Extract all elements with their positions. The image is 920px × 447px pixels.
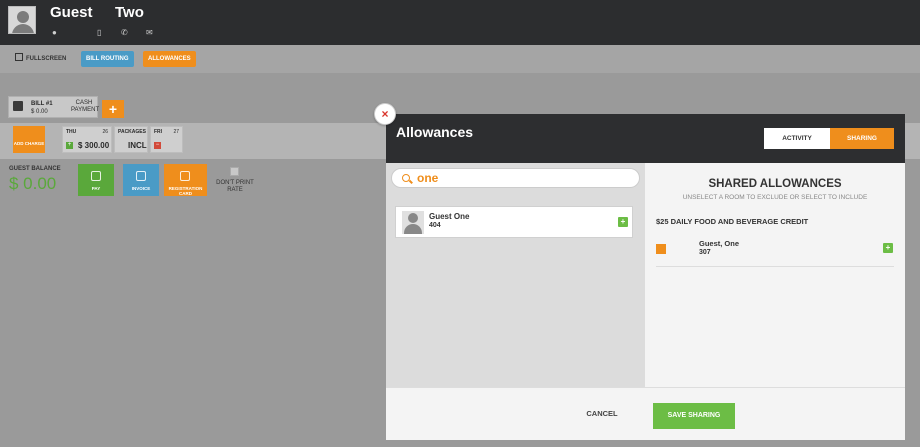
balance-label: GUEST BALANCE xyxy=(9,166,61,172)
guest-result-item[interactable]: Guest One 404 + xyxy=(395,206,633,238)
phone-icon[interactable]: ✆ xyxy=(121,28,128,38)
guest-avatar xyxy=(8,6,36,34)
tab-activity[interactable]: ACTIVITY xyxy=(764,128,830,149)
allowances-button[interactable]: ALLOWANCES xyxy=(143,51,196,67)
day-value: $ 300.00 xyxy=(78,141,110,150)
guest-result-room: 404 xyxy=(429,222,441,229)
bill-amount: $ 0.00 xyxy=(31,109,48,115)
shared-allowances-subtitle: UNSELECT A ROOM TO EXCLUDE OR SELECT TO … xyxy=(682,194,868,201)
bill-type: CASH PAYMENT xyxy=(71,100,100,113)
pay-icon xyxy=(91,171,101,181)
map-pin-icon[interactable]: ● xyxy=(52,28,57,38)
registration-label: REGISTRATION CARD xyxy=(168,186,203,196)
bill-routing-button[interactable]: BILL ROUTING xyxy=(81,51,134,67)
top-bar: Guest Two ● ▯ ✆ ✉ xyxy=(0,0,920,45)
add-bill-button[interactable]: + xyxy=(102,100,124,118)
balance-value: $ 0.00 xyxy=(9,174,57,193)
dont-print-rate-checkbox[interactable] xyxy=(230,167,239,176)
invoice-button[interactable]: INVOICE xyxy=(123,164,159,196)
add-icon[interactable]: + xyxy=(618,217,628,227)
day-label: THU xyxy=(66,129,77,135)
bill-icon xyxy=(13,101,23,111)
minus-icon[interactable]: − xyxy=(154,142,161,149)
search-box[interactable] xyxy=(391,168,640,188)
fullscreen-button[interactable]: FULLSCREEN xyxy=(10,51,71,67)
add-charge-button[interactable]: ADD CHARGE xyxy=(13,126,45,153)
modal-footer: CANCEL SAVE SHARING xyxy=(386,387,905,440)
shared-room-number: 307 xyxy=(699,249,711,256)
shared-room-row[interactable]: Guest, One 307 + xyxy=(656,233,894,267)
email-icon[interactable]: ✉ xyxy=(146,28,153,38)
search-icon xyxy=(402,174,410,182)
shared-room-guest-name: Guest, One xyxy=(699,239,740,248)
day-card-fri[interactable]: FRI 27 − xyxy=(150,126,183,153)
fullscreen-label: FULLSCREEN xyxy=(26,56,67,62)
search-input[interactable] xyxy=(417,170,632,186)
bill-tab[interactable]: BILL #1 $ 0.00 CASH PAYMENT xyxy=(8,96,100,118)
day-card-thu[interactable]: THU 26 + $ 300.00 xyxy=(62,126,112,153)
shared-allowances-pane: SHARED ALLOWANCES UNSELECT A ROOM TO EXC… xyxy=(645,163,905,387)
day-label: FRI xyxy=(154,129,163,135)
cancel-button[interactable]: CANCEL xyxy=(582,406,622,422)
day-number: 27 xyxy=(173,129,179,135)
room-select-checkbox[interactable] xyxy=(656,244,666,254)
invoice-icon xyxy=(136,171,146,181)
save-sharing-button[interactable]: SAVE SHARING xyxy=(653,403,735,429)
toolbar: FULLSCREEN BILL ROUTING ALLOWANCES xyxy=(0,45,920,73)
guest-result-name: Guest One xyxy=(429,212,470,221)
guest-first-name: Guest xyxy=(50,4,93,21)
dont-print-rate-label: DON'T PRINT RATE xyxy=(216,180,254,193)
guest-last-name: Two xyxy=(115,4,144,21)
mobile-phone-icon[interactable]: ▯ xyxy=(97,28,101,38)
add-icon[interactable]: + xyxy=(883,243,893,253)
bill-title: BILL #1 xyxy=(31,101,53,107)
day-number: 26 xyxy=(102,129,108,135)
registration-icon xyxy=(180,171,190,181)
close-modal-button[interactable]: × xyxy=(374,103,396,125)
fullscreen-icon xyxy=(15,53,23,61)
plus-icon[interactable]: + xyxy=(66,142,73,149)
tab-sharing[interactable]: SHARING xyxy=(830,128,894,149)
allowances-modal: Allowances ACTIVITY SHARING Guest One 40… xyxy=(386,114,905,440)
allowance-name: $25 DAILY FOOD AND BEVERAGE CREDIT xyxy=(656,217,809,226)
day-label: PACKAGES xyxy=(118,129,146,135)
day-card-packages[interactable]: PACKAGES INCL xyxy=(114,126,148,153)
guest-search-pane: Guest One 404 + xyxy=(386,163,645,387)
shared-allowances-title: SHARED ALLOWANCES xyxy=(708,178,842,190)
day-value: INCL xyxy=(128,141,147,150)
pay-label: PAY xyxy=(91,186,101,191)
modal-title: Allowances xyxy=(396,124,474,140)
pay-button[interactable]: PAY xyxy=(78,164,114,196)
modal-header: Allowances ACTIVITY SHARING xyxy=(386,114,905,163)
guest-avatar-icon xyxy=(402,211,424,234)
registration-card-button[interactable]: REGISTRATION CARD xyxy=(164,164,207,196)
close-icon: × xyxy=(381,107,389,121)
invoice-label: INVOICE xyxy=(131,186,151,191)
